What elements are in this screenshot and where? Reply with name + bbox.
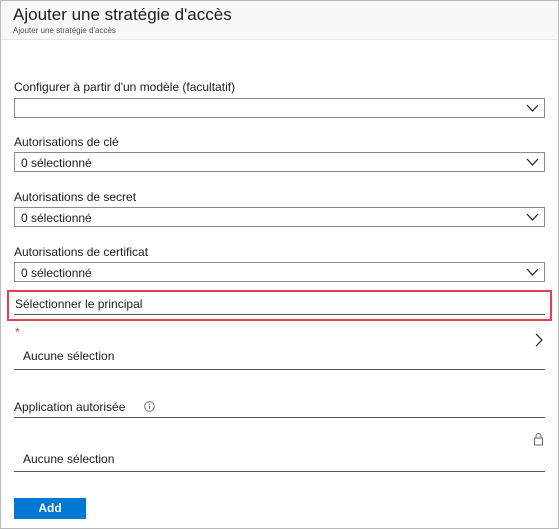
chevron-right-icon[interactable]	[533, 332, 545, 348]
required-marker: *	[15, 325, 20, 339]
application-field-underline	[14, 471, 545, 472]
certificate-permissions-select[interactable]: 0 sélectionné	[14, 262, 545, 282]
secret-permissions-label: Autorisations de secret	[14, 190, 137, 204]
chevron-down-icon	[526, 213, 539, 221]
breadcrumb: Ajouter une stratégie d'accès	[13, 26, 116, 35]
key-permissions-value: 0 sélectionné	[21, 156, 92, 170]
principal-underline	[14, 314, 545, 315]
page-title: Ajouter une stratégie d'accès	[13, 5, 232, 24]
secret-permissions-value: 0 sélectionné	[21, 211, 92, 225]
principal-field-underline	[14, 369, 545, 370]
lock-icon	[534, 433, 543, 446]
info-icon[interactable]	[144, 401, 155, 412]
add-access-policy-panel: Ajouter une stratégie d'accès Ajouter un…	[0, 0, 559, 529]
certificate-permissions-value: 0 sélectionné	[21, 266, 92, 280]
authorized-application-label: Application autorisée	[14, 400, 126, 414]
select-principal-label: Sélectionner le principal	[15, 297, 143, 311]
template-label: Configurer à partir d'un modèle (faculta…	[14, 80, 236, 94]
key-permissions-select[interactable]: 0 sélectionné	[14, 152, 545, 172]
principal-value[interactable]: Aucune sélection	[23, 349, 114, 363]
certificate-permissions-label: Autorisations de certificat	[14, 245, 149, 259]
secret-permissions-select[interactable]: 0 sélectionné	[14, 207, 545, 227]
select-principal-highlight[interactable]: Sélectionner le principal	[7, 290, 552, 321]
authorized-application-value: Aucune sélection	[23, 452, 115, 466]
panel-header: Ajouter une stratégie d'accès Ajouter un…	[1, 1, 558, 40]
application-label-underline	[14, 417, 545, 418]
chevron-down-icon	[526, 104, 539, 112]
template-select[interactable]	[14, 98, 545, 118]
key-permissions-label: Autorisations de clé	[14, 135, 119, 149]
chevron-down-icon	[526, 158, 539, 166]
chevron-down-icon	[526, 268, 539, 276]
add-button[interactable]: Add	[14, 498, 86, 519]
